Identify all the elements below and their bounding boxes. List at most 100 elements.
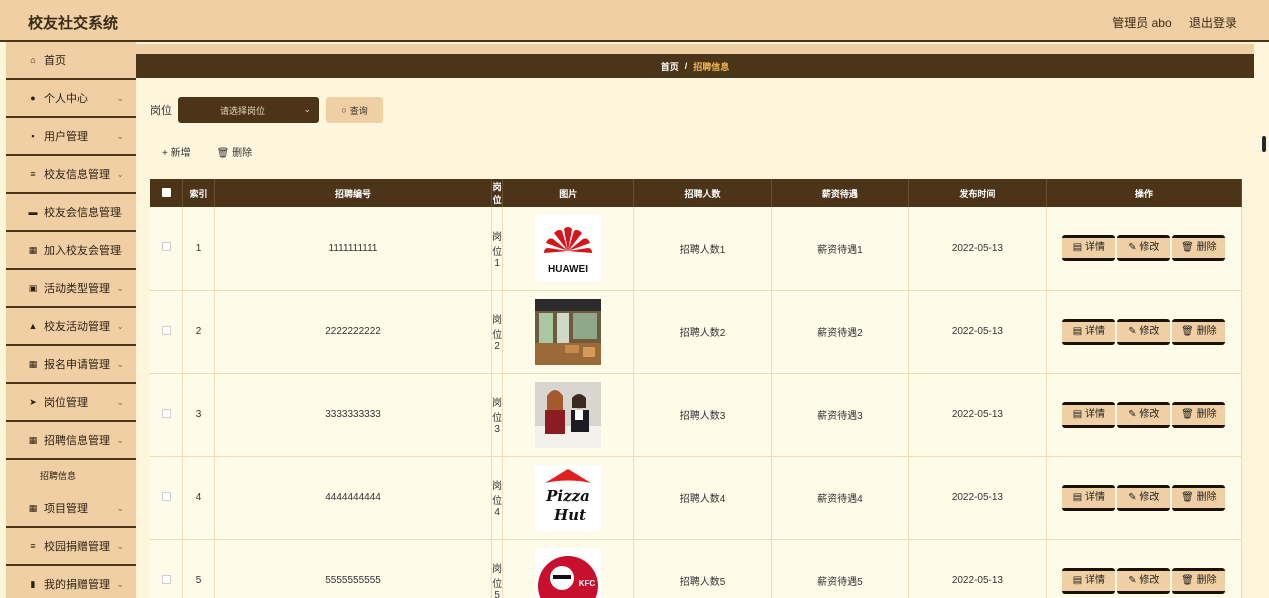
col-actions: 操作 — [1046, 179, 1243, 207]
sidebar-item[interactable]: ▦ 报名申请管理 ⌄ — [6, 346, 136, 384]
home-icon: ⌂ — [30, 55, 36, 65]
sidebar-item[interactable]: ▦ 加入校友会管理 ⌄ — [6, 232, 136, 270]
cell-index: 2 — [182, 290, 215, 374]
sidebar-item[interactable]: ▣ 活动类型管理 ⌄ — [6, 270, 136, 308]
sidebar-item[interactable]: ▲ 校友活动管理 ⌄ — [6, 308, 136, 346]
delete-button[interactable]: 🗑 删除 — [1172, 484, 1226, 511]
submenu-recruitment-info[interactable]: 招聘信息 — [6, 460, 136, 490]
cell-actions: ▤ 详情 ✎ 修改 🗑 删除 — [1046, 539, 1243, 598]
row-checkbox[interactable] — [161, 574, 171, 584]
delete-button[interactable]: 🗑 删除 — [1172, 235, 1226, 262]
sidebar-item[interactable]: ▦ 项目管理 ⌄ — [6, 490, 136, 528]
sidebar-item[interactable]: ▦ 招聘信息管理 ⌄ — [6, 422, 136, 460]
edit-button[interactable]: ✎ 修改 — [1117, 318, 1171, 345]
svg-text:KFC: KFC — [579, 579, 596, 588]
admin-user-label[interactable]: 管理员 abo — [1112, 16, 1171, 30]
cell-date: 2022-05-13 — [908, 207, 1047, 291]
sidebar-item-label: 个人中心 — [44, 93, 88, 105]
interview-photo — [535, 381, 602, 448]
sidebar-item-label: 首页 — [44, 55, 66, 67]
row-select-cell[interactable] — [150, 373, 184, 457]
scrollbar-thumb[interactable] — [1262, 136, 1266, 152]
search-label: 岗位 — [150, 105, 172, 117]
sidebar-item-label: 岗位管理 — [44, 397, 88, 409]
edit-button[interactable]: ✎ 修改 — [1117, 484, 1171, 511]
sidebar-item[interactable]: ➤ 岗位管理 ⌄ — [6, 384, 136, 422]
grid-icon: ▦ — [28, 434, 38, 445]
sidebar-item[interactable]: ▪ 用户管理 ⌄ — [6, 118, 136, 156]
user-area: 管理员 abo 退出登录 — [1098, 14, 1237, 31]
sidebar-item[interactable]: ▮ 我的捐赠管理 ⌄ — [6, 566, 136, 598]
col-index: 索引 — [182, 179, 215, 207]
document-icon: ▤ — [1072, 325, 1085, 337]
row-checkbox[interactable] — [161, 408, 171, 418]
cell-index: 3 — [182, 373, 215, 457]
edit-button[interactable]: ✎ 修改 — [1117, 567, 1171, 594]
edit-button[interactable]: ✎ 修改 — [1117, 401, 1171, 428]
cell-code: 2222222222 — [214, 290, 493, 374]
chevron-down-icon: ⌄ — [116, 131, 124, 141]
trash-icon: 🗑 — [1181, 325, 1197, 337]
query-button[interactable]: ○ 查询 — [326, 97, 383, 123]
row-checkbox[interactable] — [161, 242, 171, 252]
document-icon: ▤ — [1072, 242, 1085, 254]
row-select-cell[interactable] — [150, 290, 184, 374]
col-code: 招聘编号 — [214, 179, 493, 207]
recruitment-table: 索引 招聘编号 岗位 图片 招聘人数 薪资待遇 发布时间 操作 1 1111111… — [150, 179, 1243, 598]
delete-button[interactable]: 🗑 删除 — [1172, 318, 1226, 345]
chevron-down-icon: ⌄ — [116, 169, 124, 179]
detail-button[interactable]: ▤ 详情 — [1062, 401, 1116, 428]
cell-post: 岗位4 — [491, 456, 504, 540]
sidebar-item-label: 报名申请管理 — [44, 359, 110, 371]
row-select-cell[interactable] — [150, 539, 184, 598]
table-row: 3 3333333333 岗位3 招聘人数3 薪资待遇3 2022-05-13 ▤ 详情 ✎ … — [150, 373, 1243, 457]
chevron-down-icon: ⌄ — [116, 93, 124, 103]
sidebar-item[interactable]: ≡ 校园捐赠管理 ⌄ — [6, 528, 136, 566]
table-row: 4 4444444444 岗位4 Pizza Hut 招聘人数4 薪资待遇4 2022-05-… — [150, 456, 1243, 540]
grid-icon: ▦ — [28, 502, 38, 513]
edit-button-label: 修改 — [1139, 242, 1160, 254]
sidebar-item[interactable]: ≡ 校友信息管理 ⌄ — [6, 156, 136, 194]
delete-button[interactable]: 🗑 删除 — [1172, 567, 1226, 594]
sidebar-item-label: 校园捐赠管理 — [44, 541, 110, 553]
svg-text:Pizza: Pizza — [545, 487, 590, 505]
sidebar-item[interactable]: ● 个人中心 ⌄ — [6, 80, 136, 118]
row-checkbox[interactable] — [161, 491, 171, 501]
huawei-logo: HUAWEI — [535, 215, 602, 282]
cell-actions: ▤ 详情 ✎ 修改 🗑 删除 — [1046, 290, 1243, 374]
breadcrumb-top-strip — [136, 44, 1254, 54]
cell-date: 2022-05-13 — [908, 373, 1047, 457]
row-select-cell[interactable] — [150, 456, 184, 540]
delete-button[interactable]: 🗑 删除 — [1172, 401, 1226, 428]
breadcrumb: 首页 / 招聘信息 — [136, 54, 1254, 78]
detail-button[interactable]: ▤ 详情 — [1062, 318, 1116, 345]
cell-image: KFC — [502, 539, 635, 598]
breadcrumb-home[interactable]: 首页 — [661, 60, 679, 73]
detail-button[interactable]: ▤ 详情 — [1062, 567, 1116, 594]
edit-button[interactable]: ✎ 修改 — [1117, 235, 1171, 262]
detail-button[interactable]: ▤ 详情 — [1062, 484, 1116, 511]
row-select-cell[interactable] — [150, 207, 184, 291]
select-all-checkbox[interactable] — [161, 187, 171, 197]
select-all-header[interactable] — [150, 179, 184, 207]
logout-link[interactable]: 退出登录 — [1189, 16, 1237, 30]
cell-count: 招聘人数3 — [633, 373, 772, 457]
cell-date: 2022-05-13 — [908, 539, 1047, 598]
document-icon: ▤ — [1072, 491, 1085, 503]
chevron-down-icon: ⌄ — [116, 397, 124, 407]
detail-button[interactable]: ▤ 详情 — [1062, 235, 1116, 262]
row-checkbox[interactable] — [161, 325, 171, 335]
cell-code: 3333333333 — [214, 373, 493, 457]
post-select[interactable]: 请选择岗位 ⌄ — [178, 97, 319, 123]
chevron-down-icon: ⌄ — [116, 321, 124, 331]
sidebar-item[interactable]: ⌂ 首页 — [6, 42, 136, 80]
cell-count: 招聘人数1 — [633, 207, 772, 291]
sidebar-item[interactable]: ▬ 校友会信息管理 ⌄ — [6, 194, 136, 232]
cafe-photo — [535, 298, 602, 365]
cell-count: 招聘人数5 — [633, 539, 772, 598]
chevron-down-icon: ⌄ — [116, 283, 124, 293]
cell-image: Pizza Hut — [502, 456, 635, 540]
add-button[interactable]: + 新增 — [162, 144, 191, 159]
cell-count: 招聘人数4 — [633, 456, 772, 540]
batch-delete-button[interactable]: 🗑 删除 — [217, 144, 252, 159]
